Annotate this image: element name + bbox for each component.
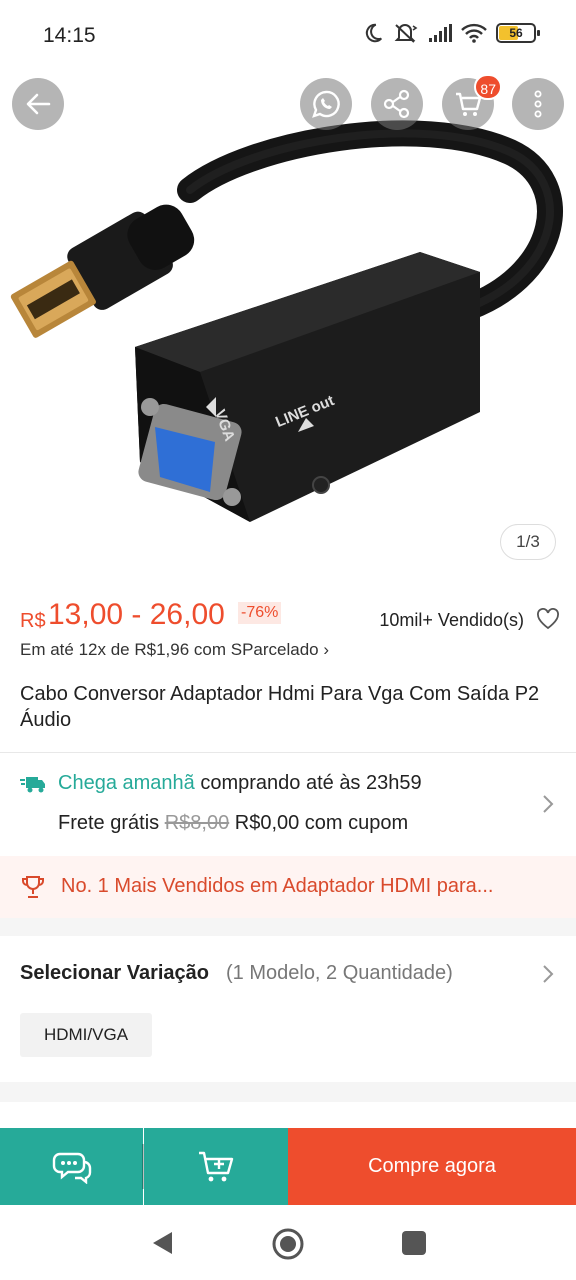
share-button[interactable] xyxy=(371,78,423,130)
free-shipping-text: Frete grátis R$8,00 R$0,00 com cupom xyxy=(58,812,408,835)
variation-summary: (1 Modelo, 2 Quantidade) xyxy=(226,962,453,984)
bottom-action-bar: Compre agora xyxy=(0,1128,576,1205)
product-image: VGA LINE out xyxy=(10,120,563,522)
mute-icon xyxy=(394,24,418,43)
truck-icon xyxy=(20,777,45,793)
variation-label: Selecionar Variação xyxy=(20,962,210,984)
battery-level: 56 xyxy=(509,26,523,40)
product-image-carousel[interactable]: VGA LINE out 87 1/3 xyxy=(0,72,576,580)
add-to-cart-icon xyxy=(199,1151,234,1181)
nav-recent-icon[interactable] xyxy=(402,1231,426,1255)
variation-chip[interactable]: HDMI/VGA xyxy=(20,1013,152,1057)
arrival-highlight: Chega amanhã xyxy=(58,772,195,794)
chat-icon xyxy=(52,1152,91,1184)
more-button[interactable] xyxy=(512,78,564,130)
battery-tip xyxy=(537,30,540,36)
old-shipping-price: R$8,00 xyxy=(164,812,230,834)
chevron-right-icon xyxy=(543,965,554,983)
section-gap xyxy=(0,918,576,936)
nav-home-icon[interactable] xyxy=(271,1227,305,1261)
back-button[interactable] xyxy=(12,78,64,130)
new-shipping-price: R$0,00 com cupom xyxy=(229,812,409,834)
bestseller-text: No. 1 Mais Vendidos em Adaptador HDMI pa… xyxy=(61,875,494,897)
shipping-info[interactable]: Chega amanhã comprando até às 23h59 Fret… xyxy=(0,760,576,850)
bestseller-banner[interactable]: No. 1 Mais Vendidos em Adaptador HDMI pa… xyxy=(0,856,576,918)
installment-link[interactable]: Em até 12x de R$1,96 com SParcelado › xyxy=(20,640,329,660)
divider xyxy=(0,752,576,753)
trophy-icon xyxy=(22,876,44,898)
cart-count-badge: 87 xyxy=(474,74,502,100)
signal-icon xyxy=(429,24,452,42)
add-to-cart-button[interactable] xyxy=(144,1128,288,1205)
buy-now-button[interactable]: Compre agora xyxy=(288,1128,576,1205)
price-currency: R$ xyxy=(20,610,46,632)
arrival-text: Chega amanhã comprando até às 23h59 xyxy=(58,772,422,795)
whatsapp-button[interactable] xyxy=(300,78,352,130)
back-arrow-icon xyxy=(26,93,51,115)
moon-icon xyxy=(365,23,382,43)
free-shipping-label: Frete grátis xyxy=(58,812,165,834)
price-range: 13,00 - 26,00 xyxy=(48,598,225,631)
section-gap xyxy=(0,1082,576,1102)
status-icons: 56 xyxy=(362,22,540,44)
battery-icon: 56 xyxy=(496,23,540,43)
whatsapp-icon xyxy=(312,90,340,118)
arrival-rest: comprando até às 23h59 xyxy=(194,772,422,794)
status-bar: 14:15 56 xyxy=(0,0,576,72)
discount-badge: -76% xyxy=(238,602,282,624)
variation-section[interactable]: Selecionar Variação (1 Modelo, 2 Quantid… xyxy=(0,936,576,1082)
system-nav-bar xyxy=(0,1205,576,1280)
heart-icon[interactable] xyxy=(536,608,560,630)
more-icon xyxy=(534,90,542,118)
wifi-icon xyxy=(461,23,487,43)
nav-back-icon[interactable] xyxy=(150,1230,174,1256)
share-icon xyxy=(383,89,410,119)
chevron-right-icon xyxy=(543,795,554,813)
sold-count: 10mil+ Vendido(s) xyxy=(379,610,524,630)
cart-button[interactable]: 87 xyxy=(442,74,502,130)
status-time: 14:15 xyxy=(43,24,96,47)
image-page-indicator: 1/3 xyxy=(500,524,556,560)
chat-button[interactable] xyxy=(0,1128,143,1205)
product-title: Cabo Conversor Adaptador Hdmi Para Vga C… xyxy=(20,683,540,731)
price-row: R$ 13,00 - 26,00 -76% 10mil+ Vendido(s) xyxy=(20,598,560,638)
